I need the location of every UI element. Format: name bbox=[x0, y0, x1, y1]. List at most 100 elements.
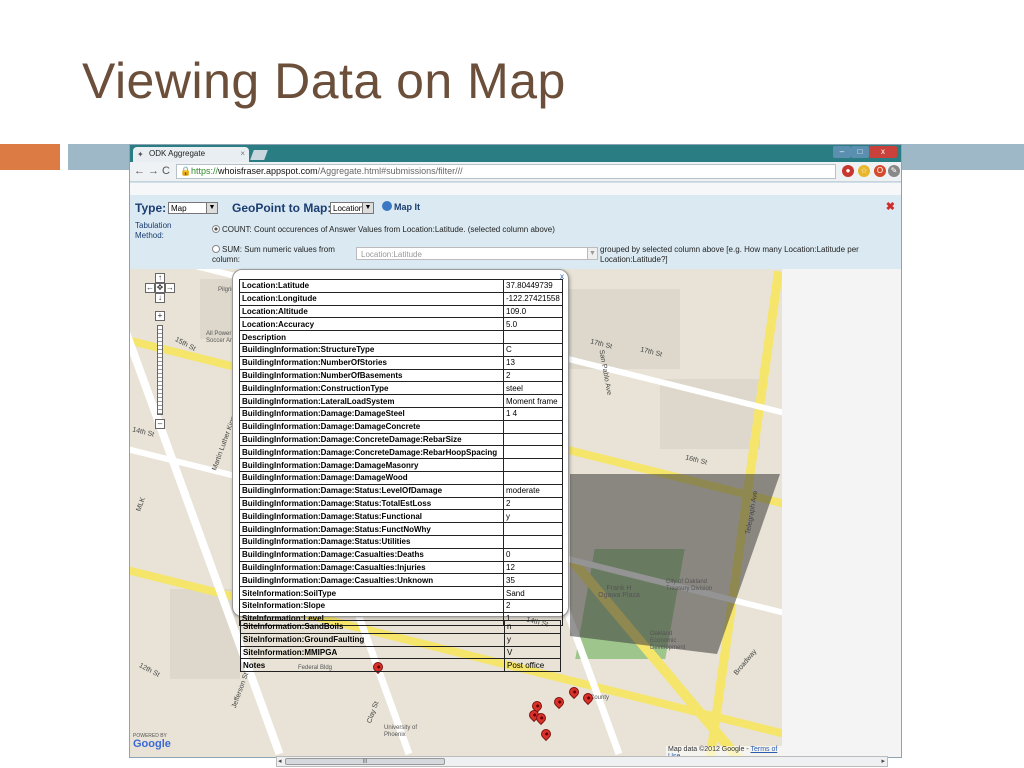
attribute-row: BuildingInformation:Damage:Status:FunctN… bbox=[239, 522, 563, 536]
forward-button[interactable]: → bbox=[148, 165, 159, 177]
adblock-icon[interactable]: ● bbox=[842, 165, 854, 177]
attribute-value: 109.0 bbox=[503, 304, 563, 319]
attribute-row: BuildingInformation:Damage:DamageMasonry bbox=[239, 458, 563, 472]
attribute-table: Location:Latitude 37.80449739 Location:Lon… bbox=[239, 279, 563, 626]
attribute-row: BuildingInformation:Damage:DamageConcret… bbox=[239, 419, 563, 434]
attribute-row: BuildingInformation:Damage:Status:Functi… bbox=[239, 509, 563, 524]
type-select-value: Map bbox=[171, 204, 187, 213]
attribute-table-overflow: SiteInformation:SandBoils n SiteInformatio… bbox=[240, 620, 561, 673]
attribute-key: SiteInformation:SandBoils bbox=[240, 620, 505, 634]
url-host: whoisfraser.appspot.com bbox=[218, 166, 318, 176]
attribute-row: BuildingInformation:LateralLoadSystem Mom… bbox=[239, 394, 563, 408]
chevron-down-icon: ▼ bbox=[206, 203, 217, 213]
attribute-row: BuildingInformation:ConstructionType stee… bbox=[239, 381, 563, 396]
sum-column-select[interactable]: Location:Latitude ▼ bbox=[356, 247, 598, 260]
attribute-value bbox=[503, 330, 563, 344]
horizontal-scrollbar[interactable]: ◂ III ▸ bbox=[276, 756, 888, 767]
attribute-key: BuildingInformation:Damage:Status:Utilit… bbox=[239, 534, 504, 549]
sum-radio[interactable]: SUM: Sum numeric values from column: bbox=[212, 245, 342, 265]
tab-close-icon[interactable]: × bbox=[240, 149, 245, 158]
odk-app-bar bbox=[130, 183, 901, 195]
attribute-key: BuildingInformation:Damage:DamageSteel bbox=[239, 406, 504, 421]
star-icon[interactable]: ☆ bbox=[858, 165, 870, 177]
attribute-value: 13 bbox=[503, 355, 563, 370]
attribute-value: Sand bbox=[503, 586, 563, 600]
attribute-value: Moment frame bbox=[503, 394, 563, 408]
close-panel-icon[interactable]: ✖ bbox=[886, 200, 895, 213]
attribute-row: BuildingInformation:Damage:Status:Utilit… bbox=[239, 534, 563, 549]
tabulation-method-label: Tabulation Method: bbox=[135, 221, 172, 240]
wrench-icon[interactable]: ✎ bbox=[888, 165, 900, 177]
reload-button[interactable]: C bbox=[162, 165, 170, 177]
attribute-key: BuildingInformation:Damage:DamageConcret… bbox=[239, 419, 504, 434]
scroll-right-arrow[interactable]: ▸ bbox=[881, 757, 885, 765]
attribute-value: y bbox=[503, 509, 563, 524]
pan-up-button[interactable]: ↑ bbox=[155, 273, 165, 283]
count-radio[interactable]: COUNT: Count occurences of Answer Values… bbox=[212, 225, 555, 234]
attribute-key: BuildingInformation:Damage:DamageMasonry bbox=[239, 458, 504, 472]
map-marker[interactable] bbox=[566, 684, 582, 700]
attribute-value bbox=[503, 432, 563, 447]
attribute-key: SiteInformation:GroundFaulting bbox=[240, 632, 505, 647]
attribute-value: 35 bbox=[503, 573, 563, 588]
back-button[interactable]: ← bbox=[134, 165, 145, 177]
street-label: 16th St bbox=[684, 454, 708, 467]
attribute-key: SiteInformation:Slope bbox=[239, 598, 504, 613]
street-label: MLK bbox=[135, 496, 147, 513]
scroll-thumb[interactable]: III bbox=[285, 758, 445, 765]
google-logo[interactable]: Google bbox=[133, 738, 171, 750]
pan-down-button[interactable]: ↓ bbox=[155, 293, 165, 303]
zoom-in-button[interactable]: + bbox=[155, 311, 165, 321]
attribute-value bbox=[503, 445, 563, 460]
address-bar[interactable]: 🔒 https://whoisfraser.appspot.com/Aggreg… bbox=[176, 164, 836, 179]
pan-left-button[interactable]: ← bbox=[145, 283, 155, 293]
attribute-row: BuildingInformation:Damage:ConcreteDamag… bbox=[239, 432, 563, 447]
attribute-key: BuildingInformation:Damage:Status:TotalE… bbox=[239, 496, 504, 511]
map-marker[interactable] bbox=[538, 726, 554, 742]
poi-label: City of Oakland Treasury Division bbox=[666, 579, 713, 592]
scroll-left-arrow[interactable]: ◂ bbox=[278, 757, 282, 765]
attribute-row: BuildingInformation:Damage:Casualties:Un… bbox=[239, 573, 563, 588]
type-select[interactable]: Map ▼ bbox=[168, 202, 218, 214]
lock-icon: 🔒 bbox=[180, 166, 192, 176]
map-marker[interactable] bbox=[551, 694, 567, 710]
attribute-row: BuildingInformation:NumberOfBasements 2 bbox=[239, 368, 563, 383]
geopoint-select[interactable]: Location ▼ bbox=[330, 202, 374, 214]
attribute-key: Notes bbox=[240, 658, 505, 673]
attribute-row: Location:Longitude -122.27421558 bbox=[239, 291, 563, 306]
geopoint-label: GeoPoint to Map: bbox=[232, 201, 332, 215]
map-block bbox=[660, 379, 760, 449]
street-label: Clay St bbox=[366, 700, 381, 725]
attribute-key: Location:Latitude bbox=[239, 279, 504, 293]
poi-label: Oakland Economic Development bbox=[650, 631, 686, 651]
attribute-key: BuildingInformation:NumberOfStories bbox=[239, 355, 504, 370]
attribute-row: BuildingInformation:NumberOfStories 13 bbox=[239, 355, 563, 370]
attribute-value bbox=[503, 458, 563, 472]
attribute-key: BuildingInformation:Damage:ConcreteDamag… bbox=[239, 445, 504, 460]
minimize-button[interactable]: – bbox=[833, 146, 851, 158]
pan-right-button[interactable]: → bbox=[165, 283, 175, 293]
attribute-key: SiteInformation:MMIPGA bbox=[240, 645, 505, 660]
chevron-down-icon: ▼ bbox=[587, 248, 597, 259]
attribute-row: Location:Latitude 37.80449739 bbox=[239, 279, 563, 293]
chevron-down-icon: ▼ bbox=[362, 203, 373, 213]
map-data-text: Map data ©2012 Google - bbox=[668, 746, 751, 753]
maximize-button[interactable]: □ bbox=[851, 146, 869, 158]
pan-center-button[interactable]: ✥ bbox=[155, 283, 165, 293]
new-tab-button[interactable] bbox=[250, 150, 268, 160]
attribute-key: Location:Longitude bbox=[239, 291, 504, 306]
attribute-value: V bbox=[504, 645, 561, 660]
attribute-row: Location:Altitude 109.0 bbox=[239, 304, 563, 319]
map-it-button[interactable]: Map It bbox=[382, 201, 420, 212]
zoom-out-button[interactable]: – bbox=[155, 419, 165, 429]
map-it-label: Map It bbox=[394, 202, 420, 212]
attribute-key: SiteInformation:SoilType bbox=[239, 586, 504, 600]
zoom-slider[interactable] bbox=[157, 325, 163, 415]
radio-unselected-icon bbox=[212, 245, 220, 253]
attribute-row: BuildingInformation:Damage:Casualties:In… bbox=[239, 560, 563, 575]
attribute-row: BuildingInformation:Damage:Status:LevelO… bbox=[239, 483, 563, 498]
opera-icon[interactable]: O bbox=[874, 165, 886, 177]
tab-odk-aggregate[interactable]: ✦ ODK Aggregate × bbox=[133, 147, 249, 162]
close-window-button[interactable]: x bbox=[869, 146, 897, 158]
url-protocol: https:// bbox=[191, 166, 219, 176]
